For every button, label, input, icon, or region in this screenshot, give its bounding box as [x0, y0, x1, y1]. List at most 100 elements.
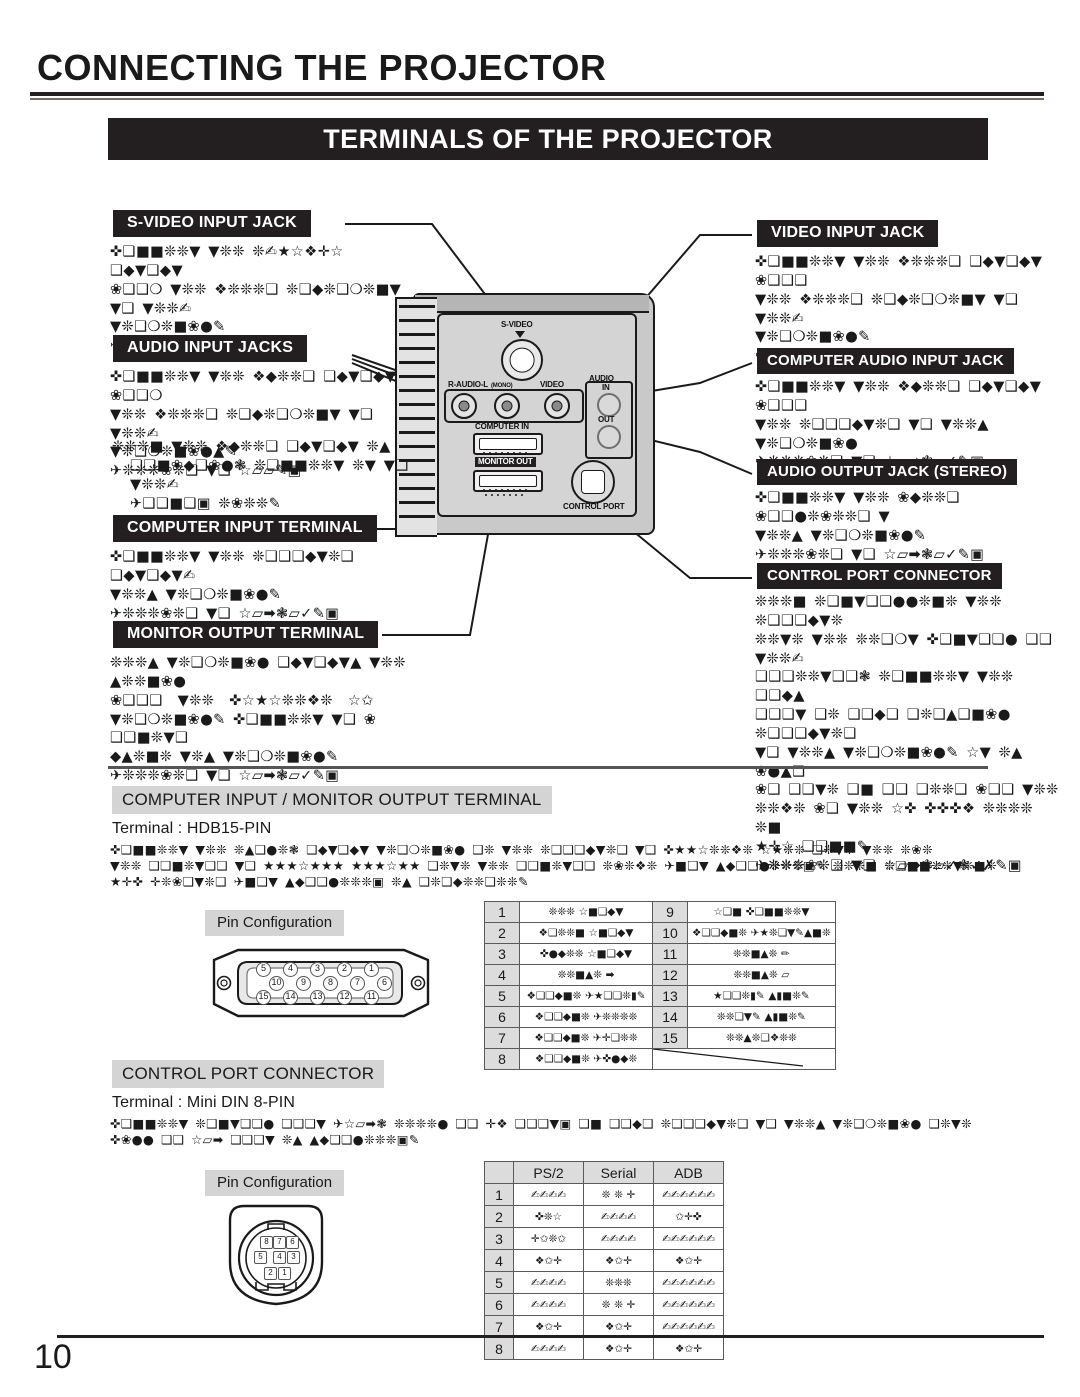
table-row: 7 ❖❑❑◆■❊ ✈✛❑❊❊ 15 ❊❊▲❊❑❖❊❊ [484, 1027, 836, 1049]
control-section-body: ✜❑■■❊❊▼ ❊❑■▼❑❑● ❑❑❑▼ ✈☆▱➡❃ ❊❊❊❊● ❑❑ ✛❖ ❑… [110, 1116, 972, 1147]
computer-section-heading: COMPUTER INPUT / MONITOR OUTPUT TERMINAL [112, 786, 552, 814]
callout-label-audio-output-jack-stereo: AUDIO OUTPUT JACK (STEREO) [757, 459, 1018, 485]
audio-input-jack-left-mono[interactable] [494, 393, 520, 419]
control-section-heading: CONTROL PORT CONNECTOR [112, 1060, 385, 1088]
video-input-jack[interactable] [544, 393, 570, 419]
title-divider-thin [30, 98, 1044, 100]
callout-label-video-input-jack: VIDEO INPUT JACK [757, 220, 939, 247]
callout-audio-input-jacks: AUDIO INPUT JACKS [113, 335, 308, 362]
control-port-connector[interactable] [571, 460, 615, 504]
column-header: ADB [653, 1161, 724, 1184]
body-audio-output-jack-stereo: ✜❑■■❊❊▼ ▼❊❊ ❀◆❊❊❑ ❀❑❑●❊❀❊❊❑ ▼ ▼❊❊▲ ▼❊❑❍❊… [755, 490, 985, 563]
pin-number-cell: 7 [484, 1027, 520, 1049]
pin-number-cell: 4 [484, 1249, 514, 1272]
pin-number-cell: 9 [652, 901, 688, 923]
serial-value-cell: ❊❊❊ [583, 1271, 654, 1294]
adb-value-cell: ✍✍✍✍✍✍ [653, 1183, 724, 1206]
control-port-table-wrap: PS/2 Serial ADB 1 ✍✍✍✍ ❊ ❊ ✛ ✍✍✍✍✍✍ 2 ✜❊☆ ✍✍✍✍ ✩✛… [484, 1161, 724, 1360]
table-row: 3 ✜●◆❊❊ ☆■❑◆▼ 11 ❊❊■▲❊ ✏ [484, 943, 836, 965]
hdb15-pin-12: 12 [337, 990, 352, 1005]
column-header: PS/2 [513, 1161, 584, 1184]
audio-output-jack-stereo[interactable] [597, 425, 621, 449]
pin-number-cell: 3 [484, 1227, 514, 1250]
pin-number-cell: 12 [652, 964, 688, 986]
callout-label-computer-input-terminal: COMPUTER INPUT TERMINAL [113, 515, 377, 542]
ps2-value-cell: ✍✍✍✍ [513, 1293, 584, 1316]
projector-terminal-illustration: S-VIDEO R-AUDIO-L (MONO) VIDEO AUDIO IN … [395, 275, 660, 545]
serial-value-cell: ❖✩✛ [583, 1249, 654, 1272]
hdb15-pin-15: 15 [256, 990, 271, 1005]
callout-label-s-video: S-VIDEO INPUT JACK [113, 210, 311, 237]
pin-description-cell: ❖❑❑◆■❊ ✈❊❊❊❊ [519, 1006, 653, 1028]
body-control-port-connector: ❊❊❊■ ❊❑■▼❑❑●●❊■❊ ▼❊❊ ❊❑❑❑◆▼❊ ❊❊▼❊ ▼❊❊ ❊❊… [755, 594, 1059, 874]
ps2-value-cell: ✍✍✍✍ [513, 1271, 584, 1294]
hdb15-pin-table-wrap: 1 ❊❊❊ ☆■❑◆▼ 9 ☆❑■ ✜❑■■❊❊▼ 2 ❖❑❊❊■ ☆■❑◆▼ 10 ❖❑❑◆… [484, 901, 836, 1070]
table-row: 1 ❊❊❊ ☆■❑◆▼ 9 ☆❑■ ✜❑■■❊❊▼ [484, 901, 836, 923]
hdb15-pin-6: 6 [377, 976, 392, 991]
table-row: 6 ❖❑❑◆■❊ ✈❊❊❊❊ 14 ❊❊❑▼✎ ▲▮■❊✎ [484, 1006, 836, 1028]
computer-audio-input-jack[interactable] [597, 393, 621, 417]
s-video-pointer-triangle [515, 331, 525, 338]
section-banner: TERMINALS OF THE PROJECTOR [108, 118, 988, 160]
callout-s-video-input-jack: S-VIDEO INPUT JACK [113, 210, 311, 237]
pin-number-cell: 8 [484, 1048, 520, 1070]
hdb15-pin-4: 4 [283, 962, 298, 977]
pin-number-cell: 10 [652, 922, 688, 944]
minidin-pin-1: 1 [278, 1267, 291, 1280]
hdb15-pin-1: 1 [364, 962, 379, 977]
pin-number-cell: 5 [484, 985, 520, 1007]
computer-terminal-type: Terminal : HDB15-PIN [112, 820, 272, 837]
callout-label-monitor-output-terminal: MONITOR OUTPUT TERMINAL [113, 621, 379, 648]
s-video-input-jack[interactable] [501, 339, 543, 381]
pin-number-cell: 3 [484, 943, 520, 965]
terminal-panel-recess: S-VIDEO R-AUDIO-L (MONO) VIDEO AUDIO IN … [437, 313, 637, 517]
computer-pin-configuration-label: Pin Configuration [205, 910, 345, 936]
hdb15-pin-10: 10 [269, 976, 284, 991]
monitor-output-terminal[interactable] [473, 470, 543, 496]
computer-input-terminal[interactable] [473, 433, 543, 459]
table-row: 5 ❖❑❑◆■❊ ✈★❑❑❊▮✎ 13 ★❑❑❊▮✎ ▲▮■❊✎ [484, 985, 836, 1007]
pin-number-cell: 4 [484, 964, 520, 986]
callout-label-control-port-connector: CONTROL PORT CONNECTOR [757, 563, 1002, 589]
empty-cell [652, 1048, 836, 1070]
pin-description-cell: ❊❊■▲❊ ➡ [519, 964, 653, 986]
callout-computer-input-terminal: COMPUTER INPUT TERMINAL [113, 515, 377, 542]
table-row: 6 ✍✍✍✍ ❊ ❊ ✛ ✍✍✍✍✍✍ [484, 1293, 724, 1316]
pin-number-cell: 8 [484, 1337, 514, 1360]
serial-value-cell: ✍✍✍✍ [583, 1205, 654, 1228]
serial-value-cell: ❊ ❊ ✛ [583, 1293, 654, 1316]
label-r-audio-l: R-AUDIO-L [448, 380, 488, 389]
ps2-value-cell: ✛✩❊✩ [513, 1227, 584, 1250]
pin-description-cell: ❖❑❑◆■❊ ✈✛❑❊❊ [519, 1027, 653, 1049]
page-title: CONNECTING THE PROJECTOR [37, 47, 607, 88]
adb-value-cell: ✍✍✍✍✍✍ [653, 1227, 724, 1250]
serial-value-cell: ✍✍✍✍ [583, 1227, 654, 1250]
pin-description-cell: ❖❑❑◆■❊ ✈✜●◆❊ [519, 1048, 653, 1070]
ps2-value-cell: ✜❊☆ [513, 1205, 584, 1228]
pin-description-cell: ❖❑❑◆■❊ ✈★❊❑▼✎▲■❊ [687, 922, 836, 944]
pin-number-cell: 5 [484, 1271, 514, 1294]
label-monitor-out: MONITOR OUT [475, 457, 536, 467]
control-port-pin-table: PS/2 Serial ADB 1 ✍✍✍✍ ❊ ❊ ✛ ✍✍✍✍✍✍ 2 ✜❊☆ ✍✍✍✍ ✩✛… [484, 1161, 724, 1360]
pin-description-cell: ❖❑❊❊■ ☆■❑◆▼ [519, 922, 653, 944]
table-corner-cell [484, 1161, 514, 1184]
callout-video-input-jack: VIDEO INPUT JACK [757, 220, 939, 247]
callout-label-computer-audio-input-jack: COMPUTER AUDIO INPUT JACK [757, 348, 1014, 374]
audio-input-jack-right[interactable] [451, 393, 477, 419]
table-row: 3 ✛✩❊✩ ✍✍✍✍ ✍✍✍✍✍✍ [484, 1227, 724, 1250]
control-terminal-type: Terminal : Mini DIN 8-PIN [112, 1094, 295, 1111]
hdb15-pin-diagram: 5 4 3 2 1 10 9 8 7 6 15 14 13 12 11 [196, 946, 446, 1022]
body-computer-input-terminal: ✜❑■■❊❊▼ ▼❊❊ ❊❑❑❑◆▼❊❑ ❑◆▼❑◆▼✍ ▼❊❊▲ ▼❊❑❍❊■… [110, 549, 355, 622]
label-audio-in: IN [602, 383, 610, 392]
control-pin-configuration-label: Pin Configuration [205, 1170, 345, 1196]
minidin-pin-5: 5 [254, 1251, 267, 1264]
adb-value-cell: ❖✩✛ [653, 1249, 724, 1272]
callout-audio-output-jack-stereo: AUDIO OUTPUT JACK (STEREO) [757, 459, 1018, 485]
adb-value-cell: ✩✛✜ [653, 1205, 724, 1228]
pin-description-cell: ❊❊❊ ☆■❑◆▼ [519, 901, 653, 923]
control-section-heading-wrap: CONTROL PORT CONNECTOR [112, 1060, 385, 1088]
hdb15-pin-11: 11 [364, 990, 379, 1005]
pin-description-cell: ❊❊■▲❊ ✏ [687, 943, 836, 965]
hdb15-pin-table: 1 ❊❊❊ ☆■❑◆▼ 9 ☆❑■ ✜❑■■❊❊▼ 2 ❖❑❊❊■ ☆■❑◆▼ 10 ❖❑❑◆… [484, 901, 836, 1070]
pin-number-cell: 1 [484, 901, 520, 923]
